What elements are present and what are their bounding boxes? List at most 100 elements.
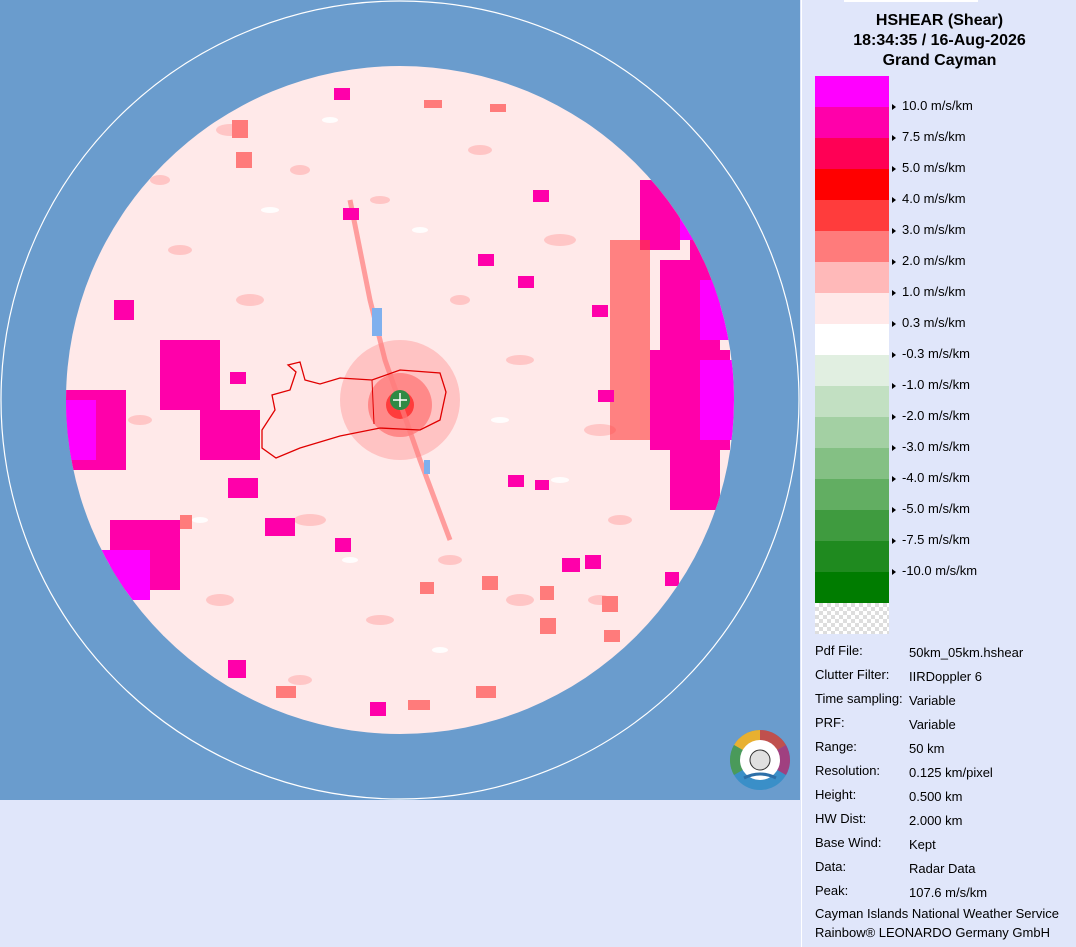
- legend-label-text: -3.0 m/s/km: [902, 439, 970, 454]
- info-row: Base Wind: Kept: [815, 835, 1065, 853]
- color-legend: [815, 76, 889, 634]
- legend-label: -4.0 m/s/km: [892, 470, 970, 485]
- legend-tick-arrow-icon: [892, 258, 896, 265]
- info-value: Variable: [909, 717, 956, 732]
- info-row: Data: Radar Data: [815, 859, 1065, 877]
- legend-tick-arrow-icon: [892, 537, 896, 544]
- info-value: 50 km: [909, 741, 945, 756]
- legend-tick-arrow-icon: [892, 289, 896, 296]
- legend-label-text: -5.0 m/s/km: [902, 501, 970, 516]
- legend-label-text: -0.3 m/s/km: [902, 346, 970, 361]
- legend-tick-arrow-icon: [892, 506, 896, 513]
- panel-divider: [844, 0, 978, 2]
- site-name: Grand Cayman: [882, 52, 997, 69]
- legend-tick-arrow-icon: [892, 382, 896, 389]
- legend-label: 10.0 m/s/km: [892, 98, 973, 113]
- legend-label: -0.3 m/s/km: [892, 346, 970, 361]
- info-key: Resolution:: [815, 763, 881, 778]
- legend-tick-arrow-icon: [892, 103, 896, 110]
- product-title: HSHEAR (Shear): [875, 12, 1004, 29]
- info-row: Resolution: 0.125 km/pixel: [815, 763, 1065, 781]
- info-key: Clutter Filter:: [815, 667, 890, 682]
- legend-swatch: [815, 417, 889, 448]
- legend-label-text: 5.0 m/s/km: [902, 160, 966, 175]
- legend-label-text: -2.0 m/s/km: [902, 408, 970, 423]
- legend-tick-arrow-icon: [892, 227, 896, 234]
- legend-label: -1.0 m/s/km: [892, 377, 970, 392]
- legend-label-text: 7.5 m/s/km: [902, 129, 966, 144]
- vendor-credit: Rainbow® LEONARDO Germany GmbH: [815, 925, 1050, 940]
- legend-tick-arrow-icon: [892, 568, 896, 575]
- legend-no-data-swatch: [815, 603, 889, 634]
- nws-logo-icon: [729, 730, 791, 790]
- info-value: Variable: [909, 693, 956, 708]
- timestamp: 18:34:35 / 16-Aug-2026: [853, 32, 1026, 49]
- info-key: Peak:: [815, 883, 849, 898]
- info-key: Time sampling:: [815, 691, 903, 706]
- info-row: HW Dist: 2.000 km: [815, 811, 1065, 829]
- radar-map[interactable]: [0, 0, 800, 800]
- info-panel: HSHEAR (Shear) 18:34:35 / 16-Aug-2026 Gr…: [801, 0, 1076, 947]
- legend-swatch: [815, 107, 889, 138]
- legend-swatch: [815, 169, 889, 200]
- legend-swatch: [815, 200, 889, 231]
- legend-swatch: [815, 76, 889, 107]
- info-row: Pdf File: 50km_05km.hshear: [815, 643, 1065, 661]
- radar-site-marker-icon: [390, 390, 410, 410]
- legend-label: 5.0 m/s/km: [892, 160, 966, 175]
- legend-swatch: [815, 324, 889, 355]
- legend-swatch: [815, 293, 889, 324]
- info-key: Height:: [815, 787, 857, 802]
- legend-tick-arrow-icon: [892, 320, 896, 327]
- info-value: 107.6 m/s/km: [909, 885, 988, 900]
- legend-tick-arrow-icon: [892, 444, 896, 451]
- info-key: Data:: [815, 859, 847, 874]
- legend-label: 2.0 m/s/km: [892, 253, 966, 268]
- info-row: Peak: 107.6 m/s/km: [815, 883, 1065, 901]
- info-value: IIRDoppler 6: [909, 669, 982, 684]
- legend-label-text: 1.0 m/s/km: [902, 284, 966, 299]
- legend-tick-arrow-icon: [892, 475, 896, 482]
- legend-label-text: 10.0 m/s/km: [902, 98, 973, 113]
- legend-swatch: [815, 479, 889, 510]
- legend-label: 1.0 m/s/km: [892, 284, 966, 299]
- legend-tick-arrow-icon: [892, 165, 896, 172]
- legend-swatch: [815, 572, 889, 603]
- legend-label: -7.5 m/s/km: [892, 532, 970, 547]
- legend-label: -2.0 m/s/km: [892, 408, 970, 423]
- legend-label: -5.0 m/s/km: [892, 501, 970, 516]
- info-row: Clutter Filter: IIRDoppler 6: [815, 667, 1065, 685]
- info-row: Height: 0.500 km: [815, 787, 1065, 805]
- legend-label-text: -1.0 m/s/km: [902, 377, 970, 392]
- agency-credit: Cayman Islands National Weather Service: [815, 906, 1059, 921]
- legend-label: -3.0 m/s/km: [892, 439, 970, 454]
- legend-label-text: -4.0 m/s/km: [902, 470, 970, 485]
- info-value: Radar Data: [909, 861, 976, 876]
- info-row: PRF: Variable: [815, 715, 1065, 733]
- info-value: 50km_05km.hshear: [909, 645, 1024, 660]
- info-value: 0.500 km: [909, 789, 963, 804]
- info-key: PRF:: [815, 715, 845, 730]
- info-key: Base Wind:: [815, 835, 882, 850]
- legend-label: 3.0 m/s/km: [892, 222, 966, 237]
- legend-tick-arrow-icon: [892, 413, 896, 420]
- legend-label: 4.0 m/s/km: [892, 191, 966, 206]
- info-key: Range:: [815, 739, 857, 754]
- legend-tick-arrow-icon: [892, 196, 896, 203]
- legend-label-text: 3.0 m/s/km: [902, 222, 966, 237]
- info-value: Kept: [909, 837, 936, 852]
- legend-label-text: 0.3 m/s/km: [902, 315, 966, 330]
- legend-label: 7.5 m/s/km: [892, 129, 966, 144]
- legend-label-text: 4.0 m/s/km: [902, 191, 966, 206]
- legend-swatch: [815, 355, 889, 386]
- info-value: 2.000 km: [909, 813, 963, 828]
- legend-label-text: 2.0 m/s/km: [902, 253, 966, 268]
- info-value: 0.125 km/pixel: [909, 765, 993, 780]
- legend-swatch: [815, 138, 889, 169]
- info-key: Pdf File:: [815, 643, 863, 658]
- legend-tick-arrow-icon: [892, 134, 896, 141]
- info-row: Time sampling: Variable: [815, 691, 1065, 709]
- legend-swatch: [815, 386, 889, 417]
- legend-label: -10.0 m/s/km: [892, 563, 977, 578]
- info-key: HW Dist:: [815, 811, 867, 826]
